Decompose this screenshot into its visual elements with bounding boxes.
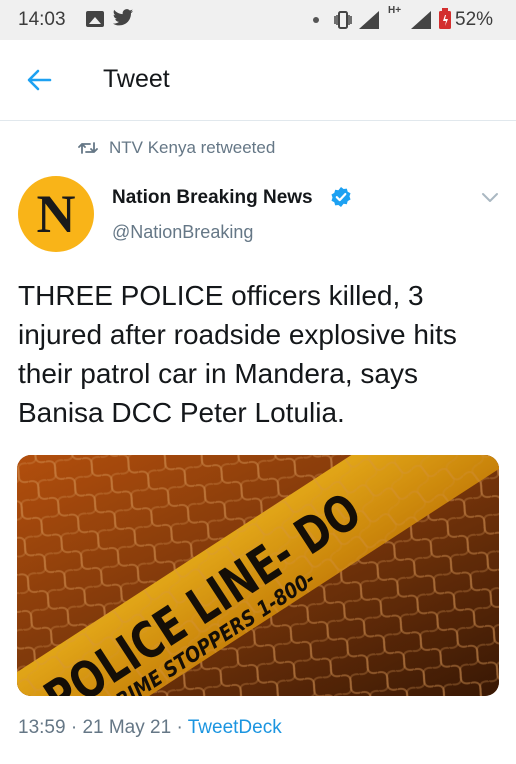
retweet-label: NTV Kenya retweeted	[109, 138, 276, 157]
vibrate-icon	[333, 10, 353, 35]
signal-icon	[410, 10, 432, 35]
battery-percent: 52%	[455, 9, 494, 30]
status-bar: 14:03 H+ 52%	[0, 0, 516, 40]
verified-badge-icon	[330, 186, 352, 213]
avatar[interactable]: N	[18, 176, 94, 252]
status-time: 14:03	[18, 9, 66, 30]
retweet-icon	[78, 140, 98, 161]
twitter-bird-icon	[112, 8, 134, 33]
tweet-source-link[interactable]: TweetDeck	[188, 717, 282, 738]
notification-dot-icon	[313, 17, 319, 23]
battery-icon	[438, 8, 452, 35]
tweet-time: 13:59	[18, 717, 66, 738]
author-handle[interactable]: @NationBreaking	[112, 222, 253, 243]
tweet-media-image[interactable]: POLICE LINE- DO CRIME STOPPERS 1-800-	[17, 455, 499, 696]
tweet-meta: 13:59 · 21 May 21 · TweetDeck	[18, 717, 282, 739]
meta-separator: ·	[171, 717, 188, 738]
app-header: Tweet	[0, 40, 516, 121]
arrow-left-icon[interactable]	[26, 68, 52, 97]
chevron-down-icon[interactable]	[481, 191, 499, 209]
page-title: Tweet	[103, 65, 170, 93]
tweet-date: 21 May 21	[82, 717, 172, 738]
signal-icon	[358, 10, 380, 35]
gallery-icon	[86, 11, 104, 27]
meta-separator: ·	[65, 717, 83, 738]
author-name[interactable]: Nation Breaking News	[112, 187, 313, 209]
network-type: H+	[388, 5, 402, 16]
avatar-letter: N	[36, 184, 76, 244]
tweet-text: THREE POLICE officers killed, 3 injured …	[18, 280, 457, 428]
